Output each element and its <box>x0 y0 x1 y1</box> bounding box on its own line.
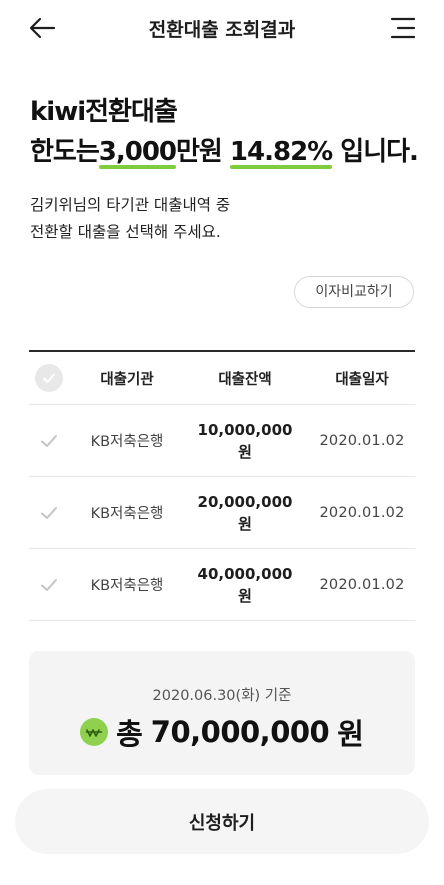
check-icon <box>41 434 57 447</box>
apply-button[interactable]: 신청하기 <box>15 789 429 854</box>
interest-rate: 14.82% <box>229 132 333 172</box>
check-icon <box>41 578 57 591</box>
description: 김키위님의 타기관 대출내역 중 전환할 대출을 선택해 주세요. <box>30 192 230 246</box>
bank-name: KB저축은행 <box>90 506 164 522</box>
table-row[interactable]: KB저축은행 40,000,000 원 2020.01.02 <box>29 549 415 621</box>
row-checkbox[interactable] <box>35 571 63 599</box>
total-prefix: 총 <box>116 717 143 751</box>
compare-interest-button[interactable]: 이자비교하기 <box>294 276 414 308</box>
check-icon <box>43 373 55 383</box>
limit-amount: 3,000 <box>98 132 177 172</box>
row-checkbox[interactable] <box>35 427 63 455</box>
total-summary-card: 2020.06.30(화) 기준 총 70,000,000 원 <box>29 651 415 775</box>
menu-icon <box>390 17 416 39</box>
select-all-checkbox[interactable] <box>35 364 63 392</box>
loan-date: 2020.01.02 <box>319 432 405 449</box>
description-line-2: 전환할 대출을 선택해 주세요. <box>30 223 221 241</box>
description-line-1: 김키위님의 타기관 대출내역 중 <box>30 196 231 214</box>
loan-balance: 20,000,000 원 <box>197 492 293 533</box>
headline-limit-line: 한도는3,000만원 14.82% 입니다. <box>30 132 430 172</box>
column-header-balance: 대출잔액 <box>218 371 272 388</box>
table-header-row: 대출기관 대출잔액 대출일자 <box>29 352 415 405</box>
loan-date: 2020.01.02 <box>319 504 405 521</box>
headline: kiwi전환대출 한도는3,000만원 14.82% 입니다. <box>30 92 430 172</box>
summary-date: 2020.06.30(화) 기준 <box>152 688 292 704</box>
check-icon <box>41 506 57 519</box>
total-amount-row: 총 70,000,000 원 <box>29 711 415 753</box>
loan-balance: 40,000,000 원 <box>197 564 293 605</box>
headline-prefix: 한도는 <box>30 137 100 167</box>
column-header-date: 대출일자 <box>335 371 389 388</box>
headline-suffix: 입니다. <box>340 137 419 167</box>
headline-product: kiwi전환대출 <box>30 97 178 127</box>
menu-button[interactable] <box>390 16 416 40</box>
column-header-bank: 대출기관 <box>100 371 154 388</box>
total-unit: 원 <box>337 717 364 751</box>
loan-date: 2020.01.02 <box>319 576 405 593</box>
bank-name: KB저축은행 <box>90 434 164 450</box>
loan-balance: 10,000,000 원 <box>197 420 293 461</box>
loan-table: 대출기관 대출잔액 대출일자 KB저축은행 10,000,000 원 2020.0… <box>29 350 415 621</box>
table-row[interactable]: KB저축은행 10,000,000 원 2020.01.02 <box>29 405 415 477</box>
limit-unit: 만원 <box>176 137 223 167</box>
header: 전환대출 조회결과 <box>0 0 444 58</box>
bank-name: KB저축은행 <box>90 578 164 594</box>
row-checkbox[interactable] <box>35 499 63 527</box>
page-title: 전환대출 조회결과 <box>148 19 296 41</box>
won-icon <box>80 718 109 746</box>
total-amount: 70,000,000 <box>150 715 330 749</box>
table-row[interactable]: KB저축은행 20,000,000 원 2020.01.02 <box>29 477 415 549</box>
